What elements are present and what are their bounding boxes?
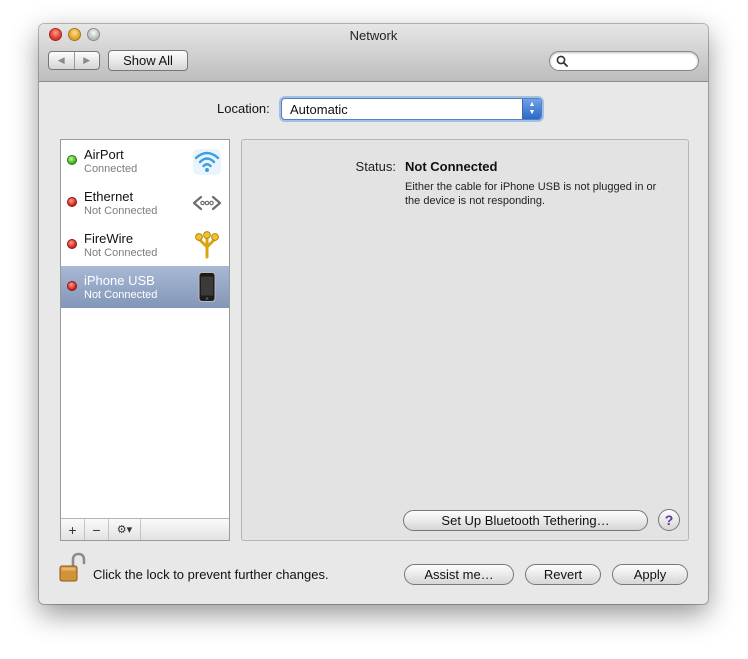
service-name: FireWire xyxy=(84,231,134,246)
service-item-iphone-usb[interactable]: iPhone USB Not Connected xyxy=(61,266,229,308)
firewire-icon xyxy=(195,231,219,259)
status-indicator xyxy=(67,197,77,207)
assist-me-button[interactable]: Assist me… xyxy=(404,564,514,585)
location-value: Automatic xyxy=(290,102,348,117)
back-button[interactable]: ◀ xyxy=(49,52,74,69)
network-preferences-window: Network ◀ ▶ Show All Location: Automatic… xyxy=(39,24,708,604)
status-label: Status: xyxy=(355,159,396,174)
revert-button[interactable]: Revert xyxy=(525,564,601,585)
status-description: Either the cable for iPhone USB is not p… xyxy=(405,181,657,207)
status-indicator xyxy=(67,155,77,165)
status-value: Not Connected xyxy=(405,159,498,174)
back-forward-control: ◀ ▶ xyxy=(48,51,100,70)
service-item-airport[interactable]: AirPort Connected xyxy=(61,140,229,182)
iphone-icon xyxy=(198,272,216,302)
forward-arrow-icon: ▶ xyxy=(83,55,91,65)
status-indicator xyxy=(67,281,77,291)
wifi-icon xyxy=(193,149,221,175)
service-list-toolbar: + − ⚙▾ xyxy=(61,518,229,540)
service-name: iPhone USB xyxy=(84,273,155,288)
search-icon xyxy=(556,55,568,67)
service-status: Connected xyxy=(84,163,138,175)
title-bar: Network ◀ ▶ Show All xyxy=(39,24,708,82)
back-arrow-icon: ◀ xyxy=(57,55,65,65)
lock-message: Click the lock to prevent further change… xyxy=(93,567,329,582)
show-all-button[interactable]: Show All xyxy=(108,50,188,71)
search-field[interactable] xyxy=(549,51,699,71)
forward-button[interactable]: ▶ xyxy=(73,52,100,69)
service-item-firewire[interactable]: FireWire Not Connected xyxy=(61,224,229,266)
service-list: AirPort Connected Ethernet Not Connected xyxy=(60,139,230,541)
setup-bluetooth-tethering-button[interactable]: Set Up Bluetooth Tethering… xyxy=(403,510,648,531)
service-item-ethernet[interactable]: Ethernet Not Connected xyxy=(61,182,229,224)
window-title: Network xyxy=(349,28,398,43)
action-menu-button[interactable]: ⚙▾ xyxy=(109,519,141,540)
location-label: Location: xyxy=(217,101,270,116)
service-status: Not Connected xyxy=(84,247,158,259)
service-name: Ethernet xyxy=(84,189,134,204)
popup-arrows-icon: ▲ ▼ xyxy=(522,99,541,119)
add-service-button[interactable]: + xyxy=(61,519,85,540)
service-name: AirPort xyxy=(84,147,124,162)
apply-button[interactable]: Apply xyxy=(612,564,688,585)
location-popup[interactable]: Automatic ▲ ▼ xyxy=(281,98,542,120)
ethernet-icon xyxy=(192,195,222,211)
help-button[interactable]: ? xyxy=(658,509,680,531)
service-status: Not Connected xyxy=(84,205,158,217)
connection-detail-panel: Status: Not Connected Either the cable f… xyxy=(241,139,689,541)
remove-service-button[interactable]: − xyxy=(85,519,109,540)
service-status: Not Connected xyxy=(84,289,158,301)
lock-icon[interactable] xyxy=(59,552,87,584)
status-indicator xyxy=(67,239,77,249)
